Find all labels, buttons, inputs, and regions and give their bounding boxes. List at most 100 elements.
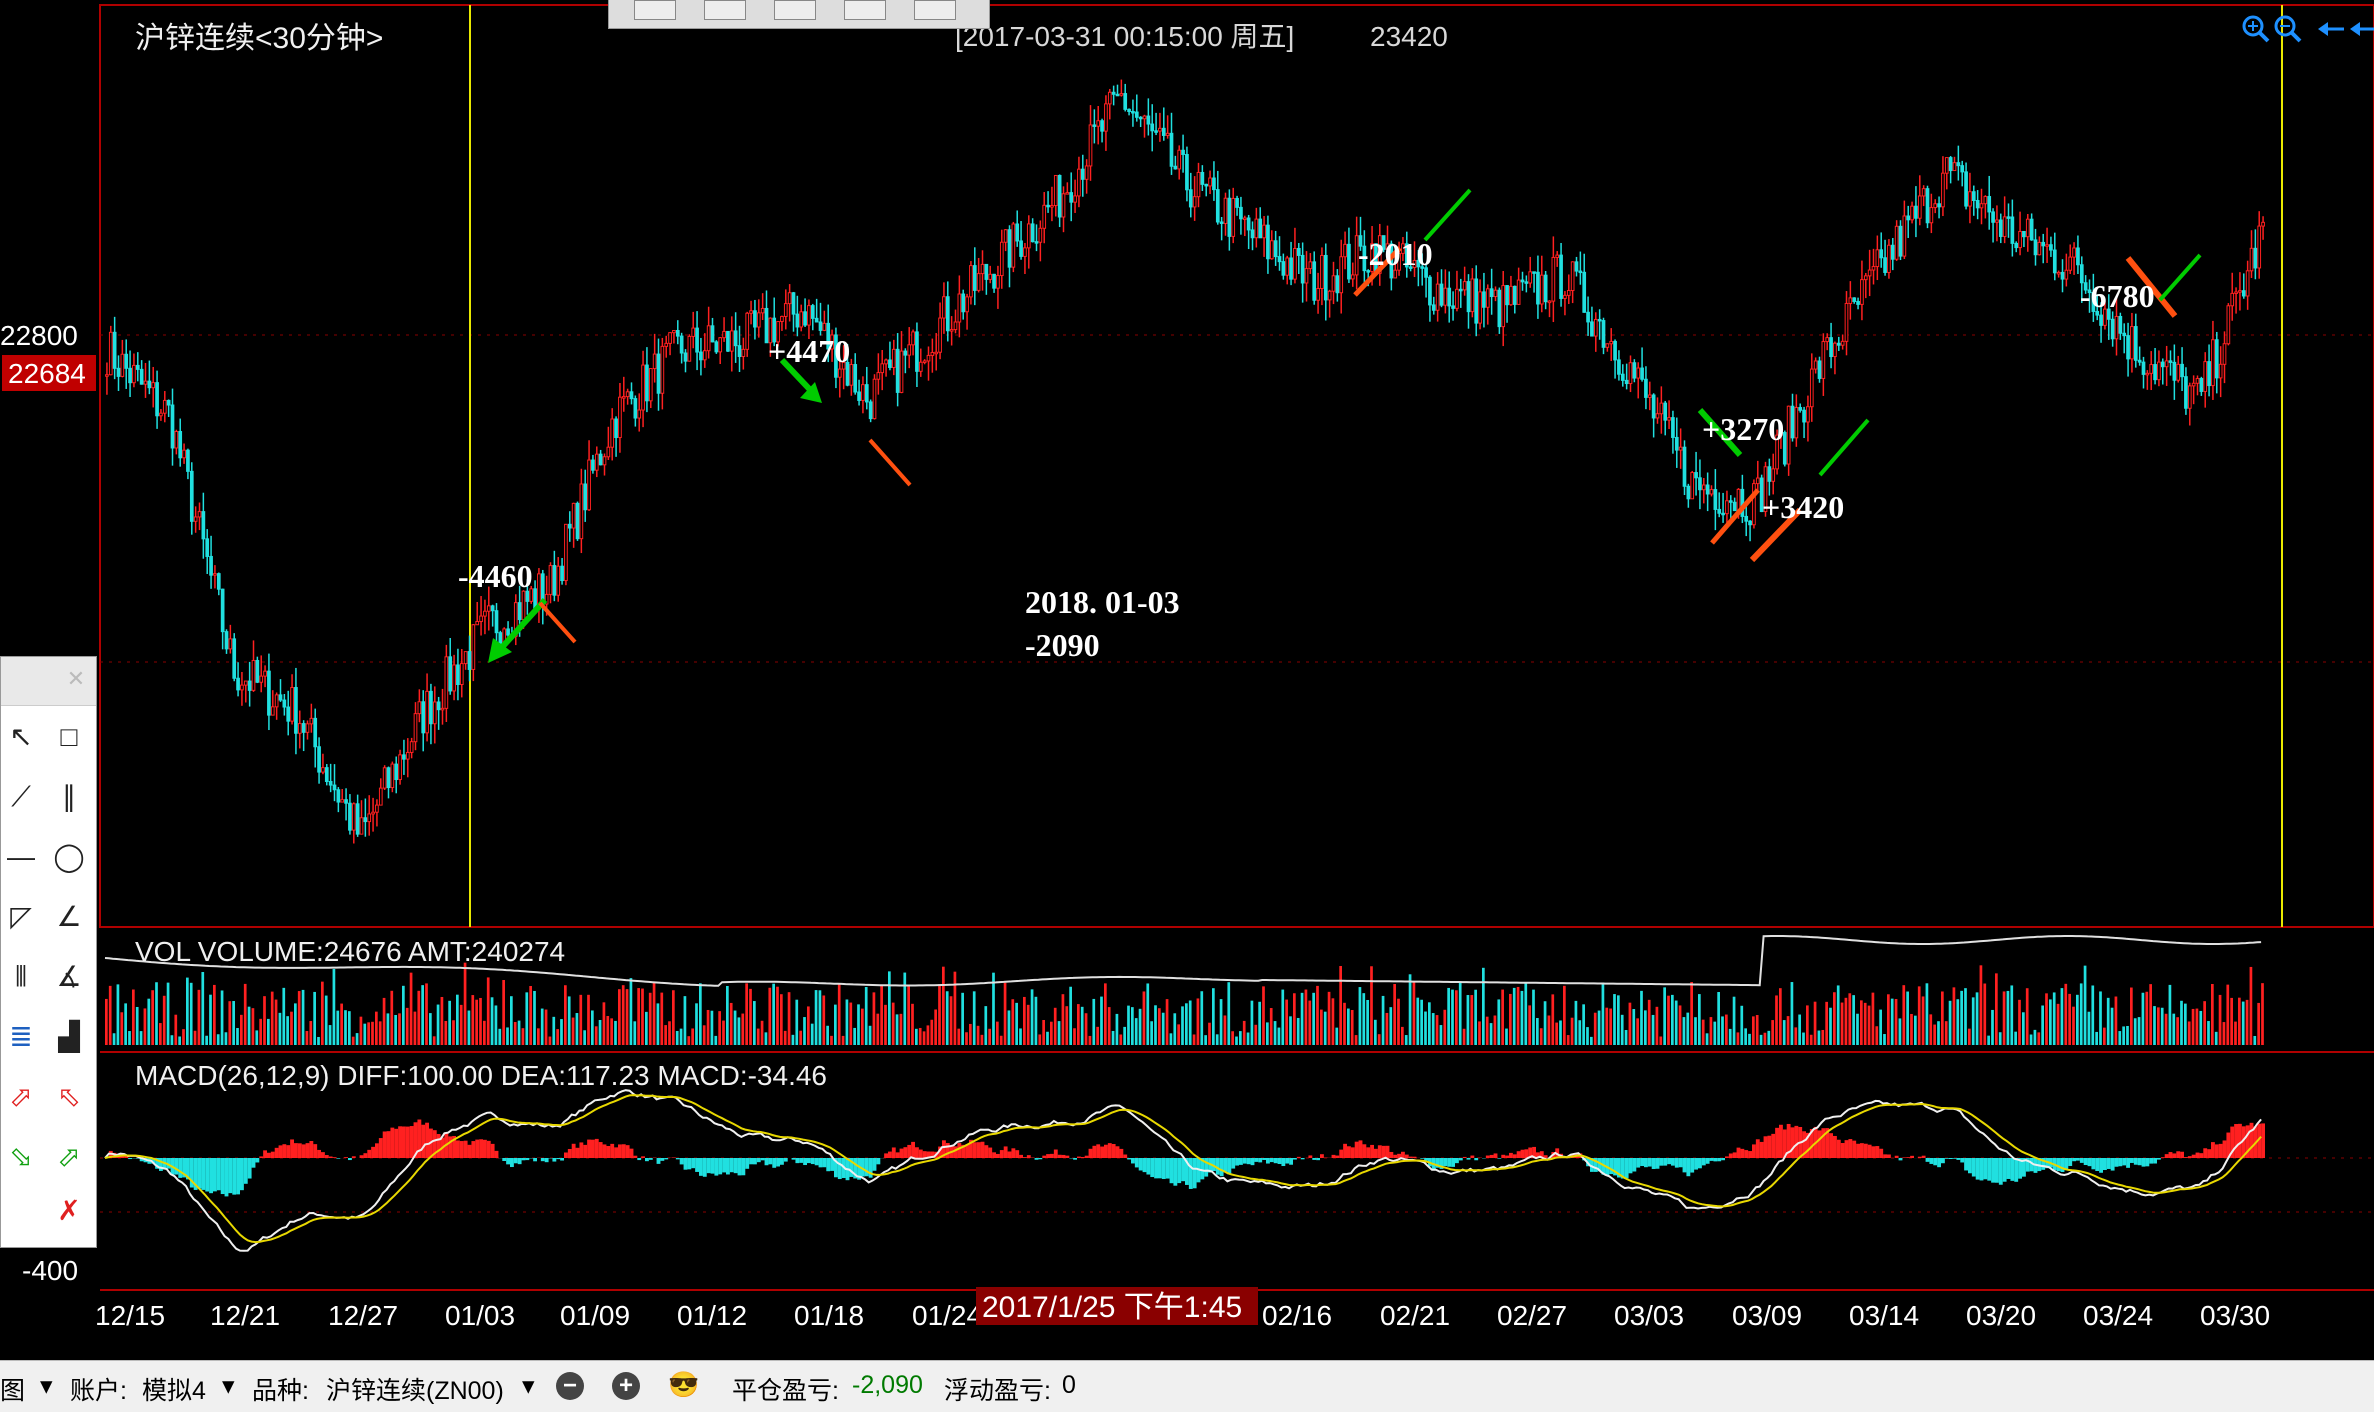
horizontal-line-icon[interactable]: — (3, 839, 39, 875)
red-upleft-arrow-icon[interactable]: ⬁ (51, 1079, 87, 1115)
candle-body (742, 349, 745, 356)
zoom-out-icon[interactable] (2276, 17, 2300, 41)
macd-bar (2111, 1158, 2115, 1171)
text-note-icon[interactable]: ≣ (3, 1019, 39, 1055)
macd-bar (896, 1152, 900, 1158)
symbol-dropdown-icon[interactable]: ▾ (522, 1371, 535, 1401)
line-icon[interactable]: ⟋ (3, 779, 39, 815)
green-down-arrow-icon[interactable]: ⬂ (3, 1139, 39, 1175)
plus-icon[interactable]: + (612, 1371, 640, 1400)
candle-body (981, 264, 984, 273)
volume-bar (1559, 1020, 1562, 1045)
macd-bar (1991, 1158, 1995, 1183)
macd-bar (1050, 1154, 1054, 1158)
macd-bar (811, 1158, 815, 1164)
minus-icon[interactable]: − (556, 1371, 584, 1400)
candle-body (1240, 207, 1243, 218)
candle-body (1459, 289, 1462, 291)
ellipse-icon[interactable]: ◯ (51, 839, 87, 875)
select-arrow-icon[interactable]: ↖ (3, 719, 39, 755)
candle-body (1861, 280, 1864, 305)
candle-body (885, 360, 888, 364)
volume-bar (603, 1002, 606, 1045)
chart-menu-dropdown-icon[interactable]: ▾ (40, 1371, 53, 1401)
candle-body (2161, 362, 2164, 367)
volume-bar (803, 1017, 806, 1045)
annotation-3: -2010 (1358, 236, 1433, 272)
volume-bar (1636, 1018, 1639, 1045)
arrow-left-icon[interactable] (2318, 22, 2344, 36)
volume-bar (884, 1005, 887, 1045)
candle-body (1648, 395, 1651, 397)
arrow-left-double-icon[interactable] (2350, 22, 2374, 36)
candle-body (1625, 380, 1628, 383)
zoom-in-icon[interactable] (2244, 17, 2268, 41)
volume-bar (340, 1004, 343, 1045)
candle-body (1282, 262, 1285, 276)
volume-bar (1910, 1014, 1913, 1045)
volume-bar (807, 1006, 810, 1045)
volume-bar (117, 984, 120, 1045)
volume-bar (1035, 997, 1038, 1045)
volume-bar (695, 1003, 698, 1045)
volume-bar (1247, 1033, 1250, 1045)
macd-bar (2076, 1158, 2080, 1161)
macd-bar (1644, 1158, 1648, 1167)
gann-angle-icon[interactable]: ∡ (51, 959, 87, 995)
top-btn-5[interactable] (914, 0, 956, 20)
volume-bar (132, 990, 135, 1045)
chart-menu[interactable]: 图 (0, 1371, 25, 1407)
account-dropdown-icon[interactable]: ▾ (222, 1371, 235, 1401)
volume-bar (1956, 999, 1959, 1045)
candle-body (1274, 241, 1277, 257)
delete-drawing-icon[interactable]: ✗ (51, 1193, 87, 1229)
angle-icon[interactable]: ∠ (51, 899, 87, 935)
candle-body (1587, 312, 1590, 322)
volume-bar (2157, 1007, 2160, 1045)
candle-body (997, 276, 1000, 289)
macd-bar (803, 1158, 807, 1165)
macd-bar (1166, 1158, 1170, 1179)
account-select[interactable]: 模拟4 (142, 1371, 206, 1407)
symbol-select[interactable]: 沪锌连续(ZN00) (326, 1371, 504, 1407)
vertical-lines-icon[interactable]: ⦀ (3, 959, 39, 995)
top-btn-4[interactable] (844, 0, 886, 20)
top-btn-1[interactable] (634, 0, 676, 20)
rectangle-icon[interactable]: □ (51, 719, 87, 755)
red-up-arrow-icon[interactable]: ⬀ (3, 1079, 39, 1115)
bar-chart-icon[interactable]: ▟ (51, 1019, 87, 1055)
volume-bar (618, 989, 621, 1045)
chart-stage[interactable]: 沪锌连续<30分钟> [2017-03-31 00:15:00 周五] 2342… (0, 0, 2374, 1411)
macd-bar (741, 1158, 745, 1175)
macd-bar (1278, 1158, 1282, 1164)
macd-bar (2250, 1123, 2254, 1158)
volume-bar (1200, 991, 1203, 1045)
volume-bar (1532, 990, 1535, 1045)
macd-bar (1629, 1158, 1633, 1173)
toolbox-close-icon[interactable]: ✕ (64, 667, 88, 691)
volume-bar (294, 1003, 297, 1045)
arrow-green-3 (1425, 190, 1470, 240)
green-upright-arrow-icon[interactable]: ⬀ (51, 1139, 87, 1175)
volume-bar (888, 971, 891, 1045)
toolbox-header[interactable]: ✕ (1, 657, 96, 706)
volume-bar (1702, 1020, 1705, 1045)
candle-body (1270, 241, 1273, 259)
volume-bar (2207, 1021, 2210, 1045)
macd-bar (255, 1158, 259, 1162)
candle-body (1162, 128, 1165, 135)
volume-bar (811, 1024, 814, 1045)
parallel-lines-icon[interactable]: ∥ (51, 779, 87, 815)
top-btn-2[interactable] (704, 0, 746, 20)
chart-canvas[interactable]: 沪锌连续<30分钟> [2017-03-31 00:15:00 周五] 2342… (0, 0, 2374, 1360)
volume-bar (306, 1031, 309, 1045)
sunglasses-icon[interactable]: 😎 (668, 1371, 699, 1400)
volume-bar (1089, 1036, 1092, 1045)
top-btn-3[interactable] (774, 0, 816, 20)
candle-body (206, 539, 209, 557)
macd-bar (2003, 1158, 2007, 1182)
candle-body (977, 274, 980, 291)
candle-body (1139, 117, 1142, 119)
volume-bar (1706, 1033, 1709, 1045)
ray-icon[interactable]: ◸ (3, 899, 39, 935)
